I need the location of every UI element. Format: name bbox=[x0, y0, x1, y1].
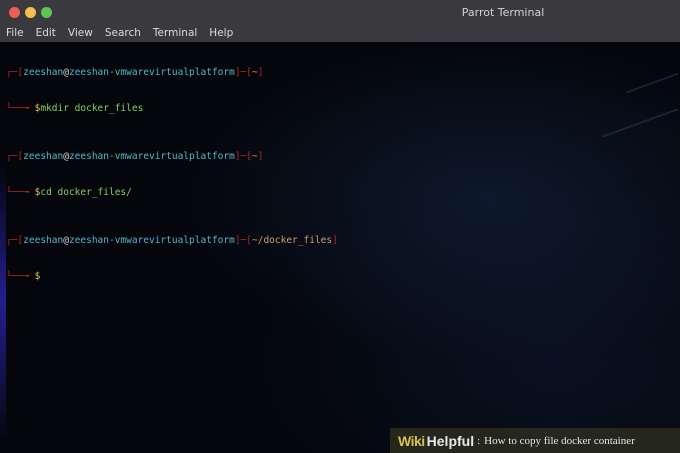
prompt-arrow: └──╼ bbox=[6, 103, 35, 114]
terminal-lines: ┌─[zeeshan@zeeshan-vmwarevirtualplatform… bbox=[6, 43, 338, 307]
command-text: cd docker_files/ bbox=[40, 187, 132, 198]
watermark-banner: Wiki Helpful : How to copy file docker c… bbox=[390, 428, 680, 453]
prompt-bracket: ]─[ bbox=[234, 67, 252, 78]
command-line: └──╼ $mkdir docker_files bbox=[6, 103, 338, 115]
prompt-bracket: ┌─[ bbox=[6, 67, 24, 78]
menu-file[interactable]: File bbox=[6, 27, 24, 39]
menu-view[interactable]: View bbox=[68, 27, 93, 39]
prompt-user: zeeshan bbox=[23, 235, 64, 246]
prompt-user: zeeshan bbox=[23, 67, 64, 78]
command-text: mkdir docker_files bbox=[40, 103, 144, 114]
prompt-bracket: ]─[ bbox=[234, 235, 252, 246]
prompt-bracket: ] bbox=[257, 151, 264, 162]
background-streak bbox=[626, 72, 679, 94]
menu-terminal[interactable]: Terminal bbox=[153, 27, 197, 39]
prompt-bracket: ┌─[ bbox=[6, 235, 24, 246]
prompt-arrow: └──╼ bbox=[6, 187, 35, 198]
prompt-path: ~/docker_files bbox=[252, 235, 333, 246]
prompt-bracket: ]─[ bbox=[234, 151, 252, 162]
prompt-user: zeeshan bbox=[23, 151, 64, 162]
menu-help[interactable]: Help bbox=[209, 27, 233, 39]
menu-search[interactable]: Search bbox=[105, 27, 141, 39]
prompt-host: zeeshan-vmwarevirtualplatform bbox=[68, 235, 235, 246]
background-streak bbox=[602, 108, 678, 138]
window-title: Parrot Terminal bbox=[461, 6, 545, 19]
watermark-caption: How to copy file docker container bbox=[484, 434, 635, 447]
title-bar[interactable]: Parrot Terminal bbox=[0, 0, 680, 24]
terminal-output[interactable]: ┌─[zeeshan@zeeshan-vmwarevirtualplatform… bbox=[0, 42, 680, 453]
prompt-line: ┌─[zeeshan@zeeshan-vmwarevirtualplatform… bbox=[6, 235, 338, 247]
prompt-bracket: ] bbox=[332, 235, 338, 246]
prompt-line: ┌─[zeeshan@zeeshan-vmwarevirtualplatform… bbox=[6, 151, 338, 163]
command-line: └──╼ $ bbox=[6, 271, 338, 283]
prompt-line: ┌─[zeeshan@zeeshan-vmwarevirtualplatform… bbox=[6, 67, 338, 79]
prompt-bracket: ] bbox=[257, 67, 264, 78]
prompt-arrow: └──╼ bbox=[6, 271, 35, 282]
prompt-dollar: $ bbox=[34, 271, 41, 282]
watermark-brand-wiki: Wiki bbox=[398, 432, 425, 449]
watermark-brand-helpful: Helpful bbox=[426, 432, 475, 449]
watermark-separator: : bbox=[477, 434, 481, 447]
menu-edit[interactable]: Edit bbox=[36, 27, 56, 39]
command-line: └──╼ $cd docker_files/ bbox=[6, 187, 338, 199]
terminal-window: Parrot Terminal File Edit View Search Te… bbox=[0, 0, 680, 453]
menu-bar: File Edit View Search Terminal Help bbox=[0, 24, 680, 42]
prompt-host: zeeshan-vmwarevirtualplatform bbox=[68, 151, 235, 162]
prompt-bracket: ┌─[ bbox=[6, 151, 24, 162]
prompt-host: zeeshan-vmwarevirtualplatform bbox=[68, 67, 235, 78]
